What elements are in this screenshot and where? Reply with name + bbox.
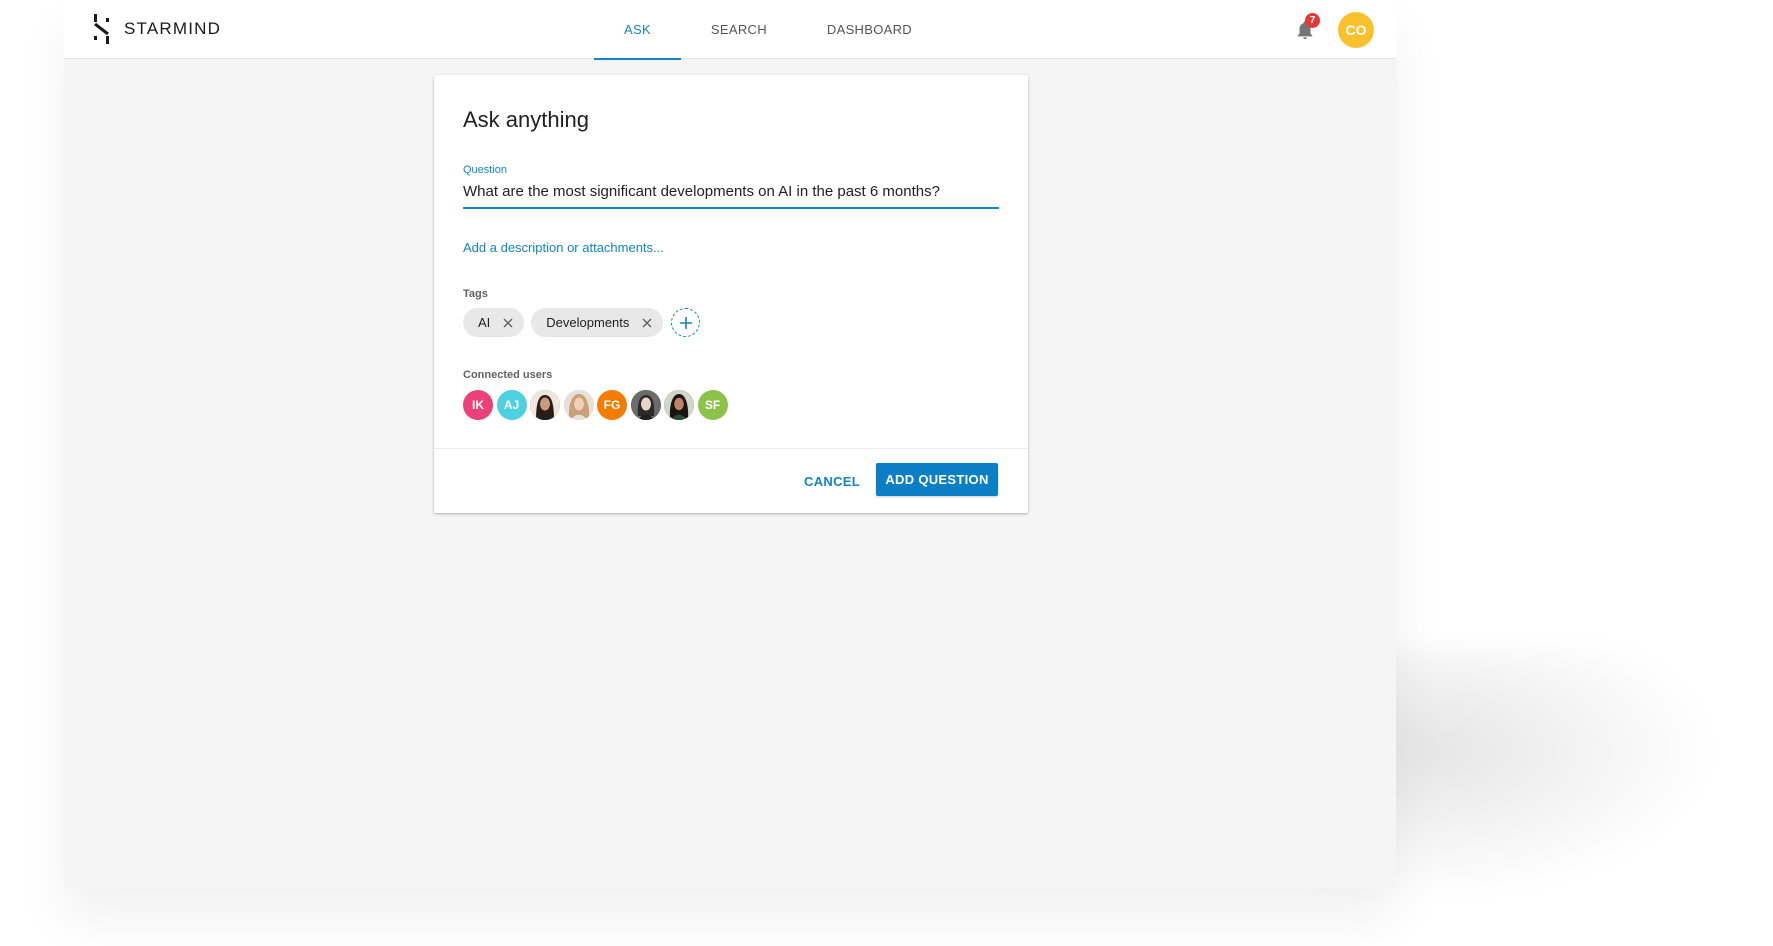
connected-users-list: IK AJ FG SF [463,390,731,420]
top-bar: STARMIND ASK SEARCH DASHBOARD 7 CO [64,0,1396,60]
tab-search[interactable]: SEARCH [681,0,797,59]
close-icon[interactable] [500,315,516,331]
tab-dashboard[interactable]: DASHBOARD [797,0,942,59]
main-nav: ASK SEARCH DASHBOARD [594,0,942,60]
user-avatar-ik[interactable]: IK [463,390,493,420]
close-icon[interactable] [639,315,655,331]
user-avatar-fg[interactable]: FG [597,390,627,420]
question-input[interactable] [463,179,999,209]
dialog-title: Ask anything [463,107,589,132]
user-avatar-photo-3[interactable] [630,390,661,420]
question-label: Question [463,164,508,176]
starmind-logo-icon [94,14,109,44]
add-description-link[interactable]: Add a description or attachments... [463,240,664,255]
tag-chip-ai[interactable]: AI [463,308,525,337]
tag-chip-developments[interactable]: Developments [531,308,664,337]
dialog-divider [434,448,1028,449]
person-photo-icon [530,390,560,420]
connected-users-label: Connected users [463,369,553,381]
user-avatar-photo-4[interactable] [664,390,694,420]
person-photo-icon [630,390,661,420]
ask-dialog: Ask anything Question Add a description … [434,75,1028,513]
tab-ask[interactable]: ASK [594,0,681,60]
brand-logo[interactable]: STARMIND [92,14,221,44]
tags-list: AI Developments [463,308,701,337]
cancel-button[interactable]: CANCEL [792,465,872,498]
person-photo-icon [664,390,694,420]
plus-icon [679,316,692,329]
user-avatar[interactable]: CO [1338,12,1374,48]
tags-label: Tags [463,288,488,300]
tag-label: AI [478,315,491,330]
app-window: STARMIND ASK SEARCH DASHBOARD 7 CO Ask a… [64,0,1396,888]
user-avatar-sf[interactable]: SF [697,390,728,420]
brand-name: STARMIND [124,19,222,38]
user-avatar-photo-1[interactable] [530,390,560,420]
user-avatar-aj[interactable]: AJ [496,390,527,420]
notification-badge: 7 [1305,13,1320,28]
add-question-button[interactable]: ADD QUESTION [876,463,998,496]
tag-label: Developments [546,315,630,330]
add-tag-button[interactable] [671,308,701,337]
person-photo-icon [563,390,594,420]
user-avatar-photo-2[interactable] [563,390,594,420]
